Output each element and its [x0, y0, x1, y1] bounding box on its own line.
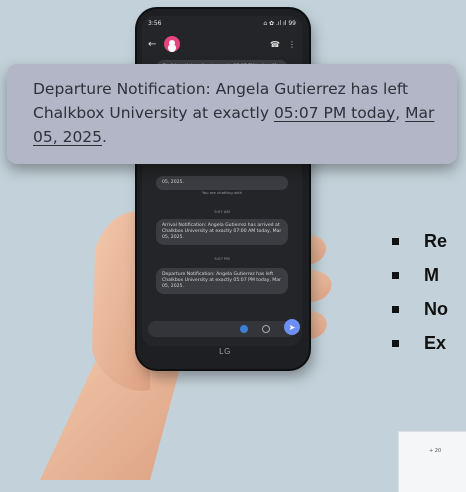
bullet-text: No: [424, 298, 448, 319]
send-arrow-icon: ➤: [288, 322, 296, 332]
back-arrow-icon[interactable]: ←: [148, 39, 162, 50]
list-item: Ex: [392, 326, 448, 360]
list-item: Re: [392, 224, 448, 258]
message-text: Arrival Notification: Angela Gutierrez h…: [162, 223, 282, 240]
square-bullet-icon: [392, 339, 399, 347]
conversation-app-bar: ← ☎ ⋮: [142, 32, 302, 56]
status-bar: 3:56 ⌂ ✿ .ıl ıl 99: [142, 16, 302, 30]
bullet-text: Re: [424, 230, 448, 251]
notification-date-link-part1[interactable]: Mar: [405, 104, 434, 122]
person-icon: [169, 39, 175, 46]
square-bullet-icon: [392, 305, 399, 313]
notification-callout: Departure Notification: Angela Gutierrez…: [7, 64, 457, 164]
bullet-text: M: [424, 264, 439, 285]
notification-text: Departure Notification: Angela Gutierrez…: [33, 77, 443, 149]
notification-date-link-part2[interactable]: 05, 2025: [33, 128, 102, 146]
scene: 3:56 ⌂ ✿ .ıl ıl 99 ← ☎ ⋮ Chalkbox Univer…: [0, 0, 466, 492]
chat-meta: You are chatting with: [201, 190, 243, 195]
contact-avatar[interactable]: [164, 36, 180, 52]
emoji-icon[interactable]: [262, 325, 270, 333]
preview-card: + 20: [399, 432, 466, 492]
status-icons: ⌂ ✿ .ıl ıl 99: [263, 19, 296, 27]
square-bullet-icon: [392, 237, 399, 245]
message-timestamp: 5:07 PM: [214, 256, 230, 261]
message-composer[interactable]: [148, 321, 296, 337]
phone-icon[interactable]: ☎: [270, 40, 280, 49]
notification-separator: ,: [395, 104, 406, 122]
status-time: 3:56: [148, 19, 162, 27]
list-item: No: [392, 292, 448, 326]
phone-brand-logo: LG: [219, 347, 231, 356]
notification-time-link[interactable]: 05:07 PM today: [274, 104, 395, 122]
message-bubble: Arrival Notification: Angela Gutierrez h…: [156, 219, 288, 245]
list-item: M: [392, 258, 448, 292]
preview-text: + 20: [429, 448, 442, 454]
message-bubble: 05, 2025.: [156, 176, 288, 190]
send-button[interactable]: ➤: [284, 319, 300, 335]
message-bubble: Departure Notification: Angela Gutierrez…: [156, 268, 288, 294]
square-bullet-icon: [392, 271, 399, 279]
message-timestamp: 9:07 AM: [214, 209, 230, 214]
message-text: Departure Notification: Angela Gutierrez…: [162, 272, 281, 289]
bullet-text: Ex: [424, 332, 447, 353]
message-text: 05, 2025.: [162, 180, 184, 185]
attachment-icon[interactable]: [240, 325, 248, 333]
more-vert-icon[interactable]: ⋮: [288, 40, 296, 49]
notification-suffix: .: [102, 128, 107, 146]
feature-bullet-list: Re M No Ex: [392, 224, 448, 360]
